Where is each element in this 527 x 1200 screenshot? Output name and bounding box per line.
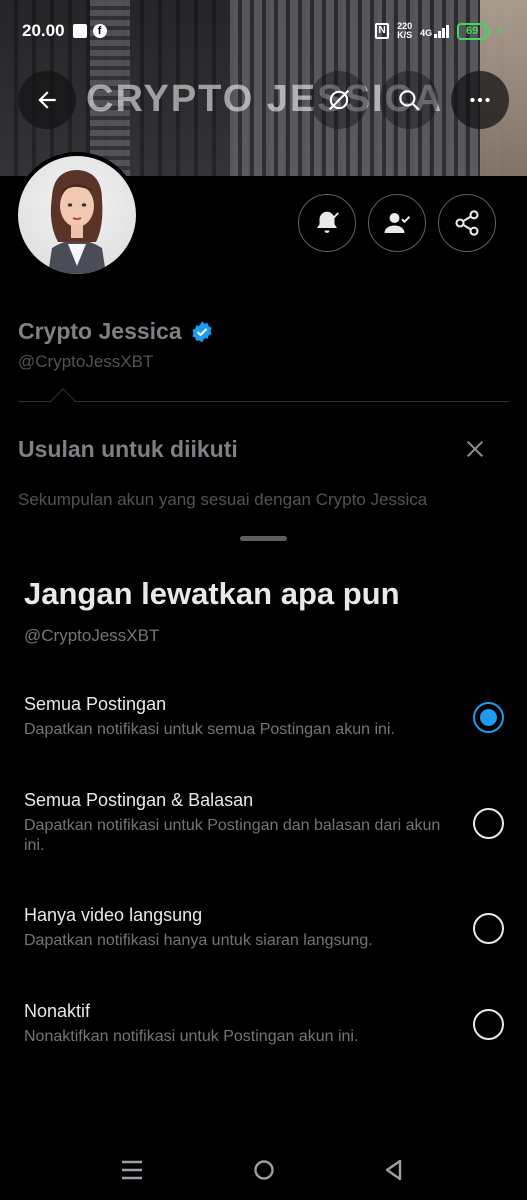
avatar-image bbox=[18, 156, 136, 274]
system-nav-bar bbox=[0, 1140, 527, 1200]
notification-bottom-sheet: Jangan lewatkan apa pun @CryptoJessXBT S… bbox=[0, 522, 527, 1200]
following-button[interactable] bbox=[368, 194, 426, 252]
arrow-left-icon bbox=[38, 91, 56, 109]
profile-name-row: Crypto Jessica bbox=[18, 318, 214, 345]
more-button[interactable] bbox=[451, 71, 509, 129]
share-icon bbox=[455, 210, 479, 236]
option-label: Nonaktif bbox=[24, 1001, 91, 1021]
sheet-title: Jangan lewatkan apa pun bbox=[24, 576, 400, 611]
option-description: Dapatkan notifikasi untuk Postingan dan … bbox=[24, 817, 441, 854]
close-suggestions-button[interactable] bbox=[460, 434, 490, 464]
option-label: Hanya video langsung bbox=[24, 905, 203, 925]
network-type-label: 4G bbox=[420, 28, 433, 38]
share-button[interactable] bbox=[438, 194, 496, 252]
nfc-icon: N bbox=[375, 23, 390, 39]
sheet-handle: @CryptoJessXBT bbox=[24, 626, 160, 645]
option-label: Semua Postingan bbox=[24, 694, 167, 714]
menu-icon bbox=[122, 1160, 142, 1180]
option-description: Nonaktifkan notifikasi untuk Postingan a… bbox=[24, 1028, 359, 1045]
status-bar: 20.00 f N 220 K/S 4G 69 ⚡ bbox=[0, 0, 527, 62]
radio-button[interactable] bbox=[473, 808, 504, 839]
suggestions-title: Usulan untuk diikuti bbox=[18, 436, 238, 462]
option-label: Semua Postingan & Balasan bbox=[24, 790, 254, 810]
bell-check-icon bbox=[317, 211, 339, 233]
back-button[interactable] bbox=[18, 71, 76, 129]
search-button[interactable] bbox=[380, 71, 438, 129]
facebook-icon: f bbox=[92, 24, 107, 38]
radio-button[interactable] bbox=[473, 913, 504, 944]
verified-badge-icon bbox=[192, 321, 212, 342]
radio-button[interactable] bbox=[473, 1009, 504, 1040]
suggestions-subtitle: Sekumpulan akun yang sesuai dengan Crypt… bbox=[18, 490, 428, 509]
profile-name: Crypto Jessica bbox=[18, 318, 182, 344]
radio-button-selected[interactable] bbox=[473, 702, 504, 733]
user-check-icon bbox=[384, 213, 411, 233]
sheet-grabber[interactable] bbox=[240, 536, 287, 541]
network-speed-unit: K/S bbox=[397, 30, 413, 40]
suggestion-caret bbox=[50, 388, 76, 414]
grok-icon bbox=[328, 89, 350, 111]
option-description: Dapatkan notifikasi hanya untuk siaran l… bbox=[24, 932, 373, 949]
notification-square-icon bbox=[72, 24, 87, 38]
home-button[interactable] bbox=[250, 1156, 278, 1184]
charging-icon: ⚡ bbox=[495, 22, 505, 39]
option-description: Dapatkan notifikasi untuk semua Postinga… bbox=[24, 721, 395, 738]
home-circle-icon bbox=[254, 1160, 274, 1180]
grok-button[interactable] bbox=[310, 71, 368, 129]
network-type: 4G bbox=[420, 24, 450, 38]
profile-handle: @CryptoJessXBT bbox=[18, 352, 154, 371]
network-speed: 220 K/S bbox=[397, 22, 412, 40]
avatar[interactable] bbox=[14, 152, 140, 278]
more-dots-icon bbox=[470, 97, 490, 103]
search-icon bbox=[399, 90, 420, 111]
divider bbox=[18, 401, 509, 402]
signal-bars-icon bbox=[434, 24, 450, 38]
close-icon bbox=[466, 440, 484, 458]
status-time: 20.00 bbox=[22, 21, 65, 40]
system-back-button[interactable] bbox=[380, 1156, 408, 1184]
notification-settings-button[interactable] bbox=[298, 194, 356, 252]
back-triangle-icon bbox=[385, 1159, 402, 1181]
battery-icon: 69 bbox=[457, 22, 491, 40]
recent-apps-button[interactable] bbox=[118, 1156, 146, 1184]
